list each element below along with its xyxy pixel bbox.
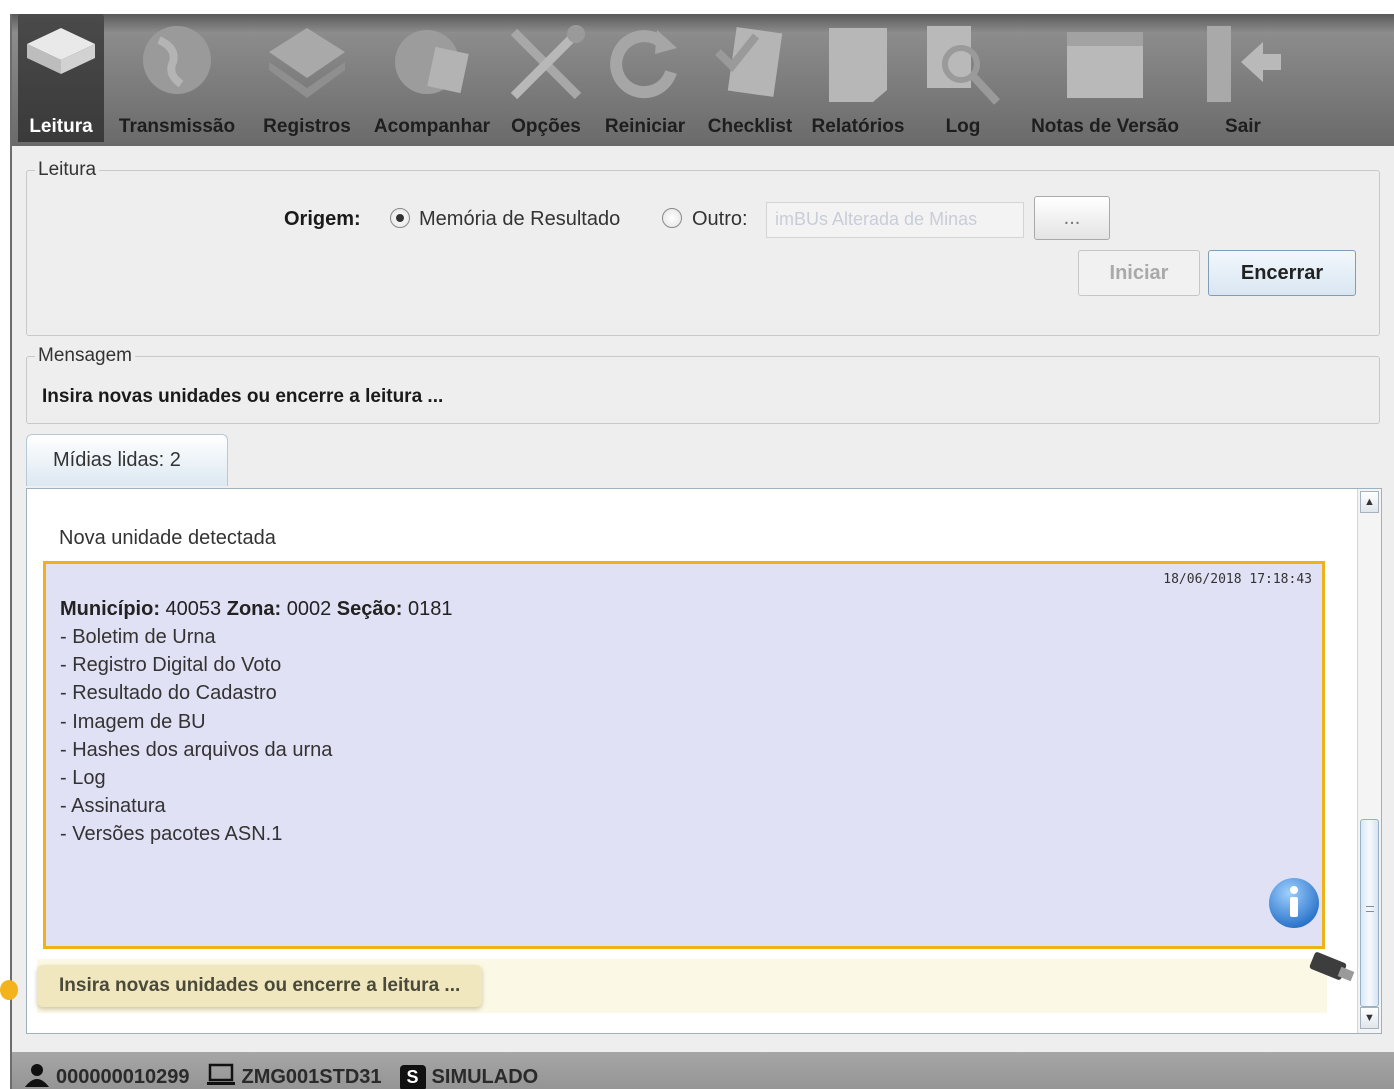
tab-midias-lidas[interactable]: Mídias lidas: 2 bbox=[26, 434, 228, 486]
user-icon bbox=[24, 1063, 50, 1089]
toolbar-checklist-button[interactable]: Checklist bbox=[698, 14, 802, 142]
toolbar-transmissao-button[interactable]: Transmissão bbox=[104, 14, 250, 142]
toolbar-log-button[interactable]: Log bbox=[914, 14, 1012, 142]
status-mode: S SIMULADO bbox=[399, 1064, 539, 1089]
memoria-resultado-radio[interactable] bbox=[390, 208, 410, 228]
municipio-value: 40053 bbox=[165, 598, 222, 620]
toolbar-opcoes-button[interactable]: Opções bbox=[500, 14, 592, 142]
toolbar-label: Transmissão bbox=[118, 116, 236, 137]
zona-label: Zona: bbox=[226, 598, 282, 620]
user-id-text: 000000010299 bbox=[56, 1066, 190, 1088]
scroll-thumb[interactable] bbox=[1360, 819, 1379, 1007]
list-item: - Log bbox=[60, 766, 106, 789]
notice-toast: Insira novas unidades ou encerre a leitu… bbox=[37, 965, 483, 1007]
exit-door-icon bbox=[1201, 22, 1285, 111]
machine-text: ZMG001STD31 bbox=[241, 1066, 382, 1088]
browse-button[interactable]: ... bbox=[1034, 196, 1110, 240]
toolbar-label: Leitura bbox=[29, 116, 93, 137]
toolbar-label: Opções bbox=[511, 116, 581, 137]
status-machine: ZMG001STD31 bbox=[207, 1063, 382, 1089]
media-log-panel: Nova unidade detectada 18/06/2018 17:18:… bbox=[26, 488, 1382, 1034]
origem-label: Origem: bbox=[284, 208, 361, 230]
layers-icon bbox=[265, 22, 349, 109]
status-user: 000000010299 bbox=[24, 1063, 189, 1089]
nova-unidade-text: Nova unidade detectada bbox=[59, 527, 276, 549]
toolbar-label: Checklist bbox=[707, 116, 793, 137]
zona-value: 0002 bbox=[286, 598, 332, 620]
chip-stack-icon bbox=[23, 22, 99, 95]
memoria-resultado-label: Memória de Resultado bbox=[419, 208, 621, 230]
toolbar-reiniciar-button[interactable]: Reiniciar bbox=[592, 14, 698, 142]
mensagem-panel-title: Mensagem bbox=[35, 345, 135, 367]
tools-icon bbox=[504, 22, 588, 111]
calendar-icon bbox=[1063, 22, 1147, 107]
card-header: Município: 40053 Zona: 0002 Seção: 0181 bbox=[60, 598, 452, 621]
globe-chart-icon bbox=[391, 22, 473, 109]
globe-icon bbox=[137, 22, 217, 105]
toolbar-label: Sair bbox=[1225, 116, 1261, 137]
municipio-label: Município: bbox=[60, 598, 160, 620]
vertical-scrollbar[interactable]: ▲ ▼ bbox=[1357, 489, 1381, 1033]
scroll-grip bbox=[1366, 906, 1374, 912]
outro-radio[interactable] bbox=[662, 208, 682, 228]
toolbar-label: Log bbox=[945, 116, 981, 137]
app-window: Leitura Transmissão Registros Acompanhar… bbox=[10, 14, 1394, 1089]
secao-label: Seção: bbox=[336, 598, 403, 620]
info-icon bbox=[1268, 873, 1322, 938]
scroll-up-button[interactable]: ▲ bbox=[1360, 491, 1379, 513]
list-item: - Hashes dos arquivos da urna bbox=[60, 738, 333, 761]
path-input[interactable]: imBUs Alterada de Minas bbox=[766, 202, 1024, 238]
list-item: - Boletim de Urna bbox=[60, 626, 216, 648]
toolbar-notas-versao-button[interactable]: Notas de Versão bbox=[1012, 14, 1198, 142]
list-item: - Assinatura bbox=[60, 795, 166, 818]
toolbar-leitura-button[interactable]: Leitura bbox=[18, 14, 104, 142]
tab-label: Mídias lidas: 2 bbox=[53, 449, 181, 471]
computer-icon bbox=[207, 1063, 236, 1089]
list-item: - Versões pacotes ASN.1 bbox=[60, 823, 283, 846]
scroll-down-button[interactable]: ▼ bbox=[1360, 1007, 1379, 1029]
toolbar-label: Notas de Versão bbox=[1031, 116, 1179, 137]
status-bar: 000000010299 ZMG001STD31 S SIMULADO bbox=[12, 1052, 1394, 1089]
toolbar-label: Acompanhar bbox=[373, 116, 491, 137]
list-item: - Registro Digital do Voto bbox=[60, 654, 282, 677]
mode-text: SIMULADO bbox=[431, 1066, 539, 1088]
toolbar-registros-button[interactable]: Registros bbox=[250, 14, 364, 142]
notice-bar: Insira novas unidades ou encerre a leitu… bbox=[37, 959, 1327, 1013]
mensagem-text: Insira novas unidades ou encerre a leitu… bbox=[42, 386, 444, 407]
list-item: - Imagem de BU bbox=[60, 710, 206, 733]
list-item: - Resultado do Cadastro bbox=[60, 682, 277, 705]
report-icon bbox=[823, 22, 893, 111]
toolbar-label: Reiniciar bbox=[604, 116, 686, 137]
leitura-panel-title: Leitura bbox=[35, 159, 100, 181]
toolbar-label: Registros bbox=[263, 116, 351, 137]
encerrar-button[interactable]: Encerrar bbox=[1208, 250, 1356, 296]
iniciar-button[interactable]: Iniciar bbox=[1078, 250, 1200, 296]
main-toolbar: Leitura Transmissão Registros Acompanhar… bbox=[12, 14, 1394, 146]
usb-drive-icon bbox=[1303, 949, 1359, 994]
toolbar-label: Relatórios bbox=[811, 116, 905, 137]
mode-badge: S bbox=[399, 1064, 426, 1089]
secao-value: 0181 bbox=[407, 598, 453, 620]
toolbar-acompanhar-button[interactable]: Acompanhar bbox=[364, 14, 500, 142]
toolbar-relatorios-button[interactable]: Relatórios bbox=[802, 14, 914, 142]
card-timestamp: 18/06/2018 17:18:43 bbox=[1163, 572, 1312, 587]
outro-label: Outro: bbox=[692, 208, 748, 230]
media-card: 18/06/2018 17:18:43 Município: 40053 Zon… bbox=[43, 561, 1325, 949]
document-search-icon bbox=[921, 22, 1005, 111]
refresh-icon bbox=[605, 22, 685, 107]
file-list: - Boletim de Urna - Registro Digital do … bbox=[60, 626, 332, 852]
pointer-indicator bbox=[0, 980, 18, 1000]
toolbar-sair-button[interactable]: Sair bbox=[1198, 14, 1288, 142]
checklist-icon bbox=[710, 22, 790, 107]
